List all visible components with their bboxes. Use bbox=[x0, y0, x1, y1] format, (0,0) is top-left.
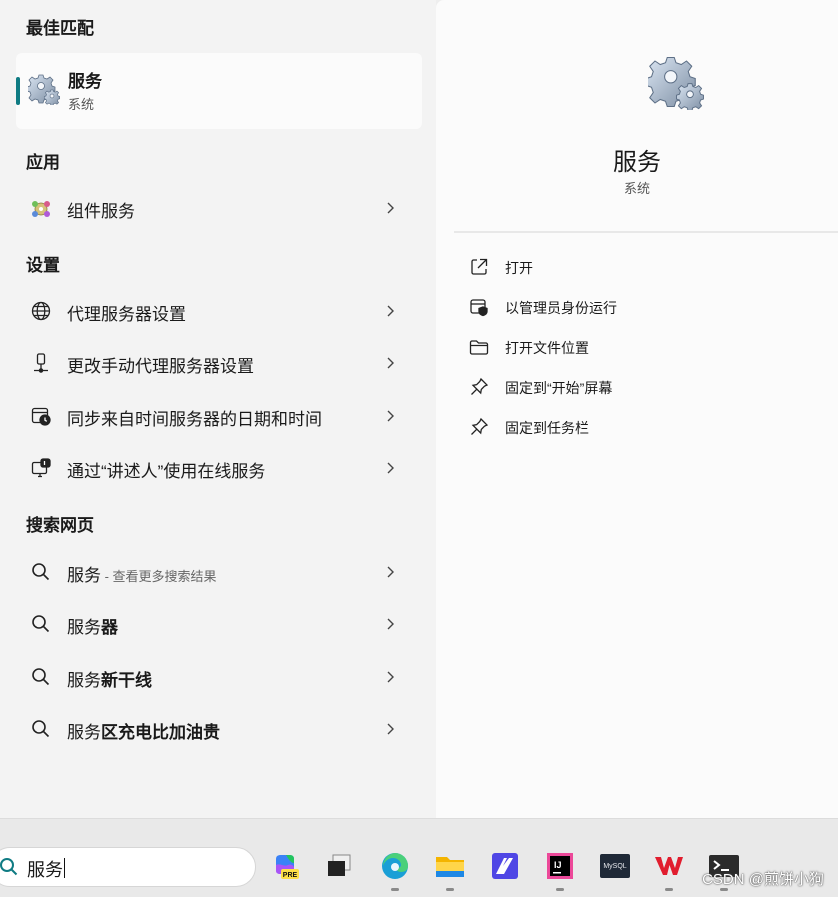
watermark-text: CSDN @煎饼小狗 bbox=[702, 871, 824, 888]
setting-item-narrator[interactable]: 通过“讲述人”使用在线服务 bbox=[16, 444, 422, 492]
search-icon bbox=[30, 613, 52, 635]
calendar-clock-icon bbox=[30, 405, 52, 427]
settings-heading: 设置 bbox=[26, 256, 60, 275]
gear-icon bbox=[28, 74, 60, 105]
setting-item-label: 代理服务器设置 bbox=[67, 305, 186, 324]
action-run-as-admin[interactable]: 以管理员身份运行 bbox=[468, 293, 808, 321]
action-label: 打开 bbox=[505, 260, 533, 276]
taskbar-search-box[interactable]: 服务 bbox=[0, 847, 256, 887]
action-label: 打开文件位置 bbox=[505, 340, 589, 356]
search-input[interactable]: 服务 bbox=[27, 856, 63, 882]
action-label: 以管理员身份运行 bbox=[505, 300, 617, 316]
text-caret bbox=[64, 858, 65, 878]
pin-icon bbox=[471, 377, 489, 395]
open-external-icon bbox=[471, 258, 488, 275]
web-result-label: 服务新干线 bbox=[67, 671, 152, 690]
intellij-idea-icon[interactable]: IJ bbox=[543, 849, 577, 891]
search-icon bbox=[0, 858, 18, 876]
component-services-icon bbox=[30, 197, 52, 219]
app-item-label: 组件服务 bbox=[67, 202, 135, 221]
running-indicator bbox=[665, 888, 673, 891]
globe-icon bbox=[30, 300, 52, 322]
run-as-admin-icon bbox=[470, 299, 488, 317]
wps-icon[interactable] bbox=[652, 849, 686, 891]
app-item-component-services[interactable]: 组件服务 bbox=[16, 184, 422, 232]
setting-item-label: 同步来自时间服务器的日期和时间 bbox=[67, 410, 322, 429]
search-results-panel: 最佳匹配 服务 系统 应用 组件服务 设置 代理服务器设置 更改手动代理服务器设… bbox=[0, 0, 436, 818]
file-explorer-icon[interactable] bbox=[433, 849, 467, 891]
web-result-label: 服务器 bbox=[67, 618, 118, 637]
best-match-title: 服务 bbox=[68, 72, 102, 91]
network-device-icon bbox=[30, 352, 52, 374]
pin-icon bbox=[471, 417, 489, 435]
best-match-subtitle: 系统 bbox=[68, 97, 95, 112]
preview-title: 服务 bbox=[613, 149, 661, 176]
web-result-label: 服务区充电比加油贵 bbox=[67, 723, 220, 742]
svg-text:PRE: PRE bbox=[283, 872, 298, 879]
chevron-right-icon bbox=[387, 618, 394, 630]
chevron-right-icon bbox=[387, 671, 394, 683]
web-result-item[interactable]: 服务新干线 bbox=[16, 653, 422, 701]
chevron-right-icon bbox=[387, 202, 394, 214]
chevron-right-icon bbox=[387, 723, 394, 735]
setting-item-proxy[interactable]: 代理服务器设置 bbox=[16, 287, 422, 335]
action-pin-to-start[interactable]: 固定到“开始”屏幕 bbox=[468, 373, 808, 401]
selection-indicator bbox=[16, 77, 20, 105]
jetbrains-icon[interactable] bbox=[488, 849, 522, 883]
action-open-file-location[interactable]: 打开文件位置 bbox=[468, 333, 808, 361]
best-match-card[interactable]: 服务 系统 bbox=[16, 53, 422, 129]
divider bbox=[454, 231, 838, 233]
search-icon bbox=[30, 561, 52, 583]
action-label: 固定到任务栏 bbox=[505, 420, 589, 436]
action-label: 固定到“开始”屏幕 bbox=[505, 380, 613, 396]
setting-item-label: 更改手动代理服务器设置 bbox=[67, 357, 254, 376]
preview-subtitle: 系统 bbox=[623, 181, 650, 196]
folder-icon bbox=[469, 340, 489, 355]
best-match-heading: 最佳匹配 bbox=[26, 19, 94, 38]
running-indicator bbox=[446, 888, 454, 891]
web-result-label: 服务 - 查看更多搜索结果 bbox=[67, 566, 217, 585]
web-result-item[interactable]: 服务 - 查看更多搜索结果 bbox=[16, 548, 422, 596]
task-view-icon[interactable] bbox=[322, 849, 356, 883]
mysql-icon[interactable]: MySQL bbox=[598, 849, 632, 883]
svg-text:MySQL: MySQL bbox=[603, 863, 626, 870]
setting-item-time-sync[interactable]: 同步来自时间服务器的日期和时间 bbox=[16, 392, 422, 440]
search-icon bbox=[30, 666, 52, 688]
search-icon bbox=[30, 718, 52, 740]
running-indicator bbox=[391, 888, 399, 891]
web-search-heading: 搜索网页 bbox=[26, 516, 94, 535]
web-result-item[interactable]: 服务区充电比加油贵 bbox=[16, 705, 422, 753]
preview-panel: 服务 系统 打开 以管理员身份运行 打开文件位置 固定到“开始”屏幕 固定到任务… bbox=[436, 0, 838, 818]
narrator-icon bbox=[30, 457, 52, 479]
apps-heading: 应用 bbox=[26, 153, 60, 172]
taskbar: 服务 PRE IJ MySQL CSDN @煎饼小狗 bbox=[0, 818, 838, 897]
web-result-item[interactable]: 服务器 bbox=[16, 600, 422, 648]
chevron-right-icon bbox=[387, 410, 394, 422]
copilot-pre-icon[interactable]: PRE bbox=[268, 849, 302, 883]
chevron-right-icon bbox=[387, 462, 394, 474]
gear-icon bbox=[648, 56, 704, 110]
setting-item-label: 通过“讲述人”使用在线服务 bbox=[67, 462, 266, 481]
edge-icon[interactable] bbox=[378, 849, 412, 891]
running-indicator bbox=[556, 888, 564, 891]
setting-item-manual-proxy[interactable]: 更改手动代理服务器设置 bbox=[16, 339, 422, 387]
chevron-right-icon bbox=[387, 357, 394, 369]
chevron-right-icon bbox=[387, 305, 394, 317]
action-pin-to-taskbar[interactable]: 固定到任务栏 bbox=[468, 413, 808, 441]
chevron-right-icon bbox=[387, 566, 394, 578]
svg-text:IJ: IJ bbox=[554, 860, 562, 870]
action-open[interactable]: 打开 bbox=[468, 253, 808, 281]
